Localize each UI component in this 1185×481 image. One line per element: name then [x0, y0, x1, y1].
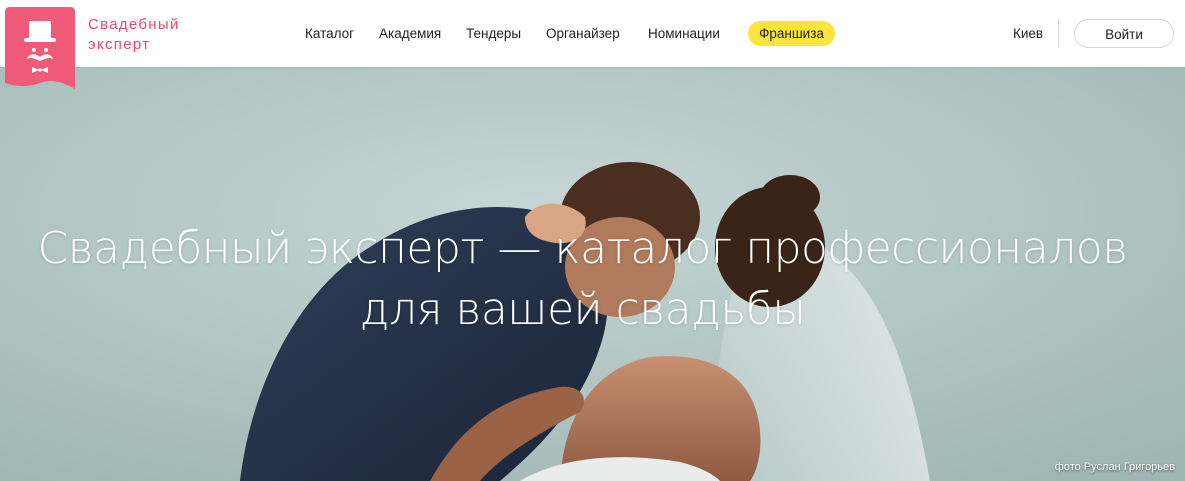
hero-title: Свадебный эксперт — каталог профессионал…	[0, 218, 1165, 340]
nav-item-academy[interactable]: Академия	[379, 25, 441, 43]
hero-title-line2: для вашей свадьбы	[359, 284, 806, 335]
brand-name-line1: Свадебный	[88, 16, 180, 33]
header-divider	[1058, 18, 1059, 48]
brand-name-line2: эксперт	[88, 36, 151, 53]
site-header: Свадебный эксперт Каталог Академия Тенде…	[0, 0, 1185, 67]
nav-item-tenders[interactable]: Тендеры	[466, 25, 521, 43]
hero-banner: Свадебный эксперт — каталог профессионал…	[0, 67, 1185, 481]
top-hat-mustache-icon	[5, 7, 75, 89]
nav-item-franchise[interactable]: Франшиза	[748, 21, 835, 46]
hero-title-line1: Свадебный эксперт — каталог профессионал…	[37, 223, 1128, 274]
photo-credit: фото Руслан Григорьев	[1054, 461, 1175, 473]
brand-name[interactable]: Свадебный эксперт	[88, 15, 218, 55]
nav-item-catalog[interactable]: Каталог	[305, 25, 354, 43]
nav-item-nominations[interactable]: Номинации	[648, 25, 720, 43]
logo[interactable]	[5, 7, 75, 89]
nav-item-organizer[interactable]: Органайзер	[546, 25, 620, 43]
city-selector[interactable]: Киев	[1013, 25, 1043, 43]
login-button[interactable]: Войти	[1074, 19, 1174, 48]
